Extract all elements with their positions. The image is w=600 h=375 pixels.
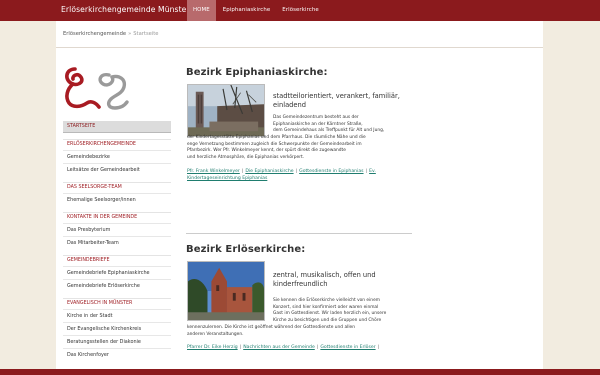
section-links: Pfarrer Dr. Eike Herzig | Nachrichten aus … (187, 345, 380, 350)
link-pfarrer-herzig[interactable]: Pfarrer Dr. Eike Herzig (187, 345, 238, 350)
sidebar-heading-evangelisch-in-muenster[interactable]: EVANGELISCH IN MÜNSTER (63, 298, 171, 309)
description-line: kennenzulernen. Die Kirche ist geöffnet … (187, 325, 355, 330)
main-nav: HOME Epiphaniaskirche Erlöserkirche (187, 0, 325, 21)
sidebar-item-gemeindebriefe-erloeser[interactable]: Gemeindebriefe Erlöserkirche (63, 279, 171, 292)
description-line: Kirche zu besichtigen und die Gruppen un… (273, 317, 382, 323)
sidebar-heading-seelsorge-team[interactable]: DAS SEELSORGE-TEAM (63, 182, 171, 193)
sidebar-item-kirchenkreis[interactable]: Der Evangelische Kirchenkreis (63, 322, 171, 335)
footer-bar (0, 369, 600, 375)
nav-home[interactable]: HOME (187, 0, 216, 21)
section-tagline: stadtteilorientiert, verankert, familiär… (273, 92, 400, 109)
sidebar-item-gemeindebriefe-epiphanias[interactable]: Gemeindebriefe Epiphaniaskirche (63, 266, 171, 279)
section-description: Sie kennen die Erlöserkirche vielleicht … (273, 298, 415, 324)
breadcrumb-root[interactable]: Erlöserkirchengemeinde (63, 31, 126, 37)
breadcrumb-separator: » (128, 31, 132, 37)
link-pfr-winkelmeyer[interactable]: Pfr. Frank Winkelmeyer (187, 169, 240, 174)
breadcrumb-current: Startseite (133, 31, 159, 37)
sidebar-item-mitarbeiter-team[interactable]: Das Mitarbeiter-Team (63, 236, 171, 249)
breadcrumb: Erlöserkirchengemeinde» Startseite (63, 31, 159, 37)
section-tagline: zentral, musikalisch, offen und kinderfr… (273, 271, 376, 288)
description-line: Pfarrbezirk. Wer Pfr. Winkelmeyer kennt,… (187, 148, 346, 154)
sidebar-heading-kontakte[interactable]: KONTAKTE IN DER GEMEINDE (63, 212, 171, 223)
sidebar-heading-gemeindebriefe[interactable]: GEMEINDEBRIEFE (63, 255, 171, 266)
top-navigation-bar: Erlöserkirchengemeinde Münster HOME Epip… (0, 0, 600, 21)
sidebar-item-startseite[interactable]: STARTSEITE (63, 121, 171, 133)
sidebar-menu: STARTSEITE ERLÖSERKIRCHENGEMEINDE Gemein… (63, 121, 171, 361)
section-links: Pfr. Frank Winkelmeyer | Die Epiphaniaskir… (187, 169, 376, 181)
church-logo[interactable] (63, 65, 129, 111)
section-description-continued: der Kindertagesstätte Epiphanias und dem… (187, 135, 415, 161)
section-epiphaniaskirche: Bezirk Epiphaniaskirche: stadtteilorient… (186, 65, 412, 181)
link-nachrichten[interactable]: Nachrichten aus der Gemeinde (243, 345, 315, 350)
sidebar-item-diakonie[interactable]: Beratungsstellen der Diakonie (63, 335, 171, 348)
section-title: Bezirk Epiphaniaskirche: (186, 67, 328, 78)
sidebar-heading-erloeserkirchengemeinde[interactable]: ERLÖSERKIRCHENGEMEINDE (63, 139, 171, 150)
erloeserkirche-photo (187, 261, 265, 321)
nav-erloeserkirche[interactable]: Erlöserkirche (276, 0, 324, 21)
description-line: der Kindertagesstätte Epiphanias und dem… (187, 135, 366, 140)
page-container: Erlöserkirchengemeinde» Startseite STARTS… (56, 21, 543, 375)
description-line: anderen Veranstaltungen. (187, 331, 244, 337)
breadcrumb-bar: Erlöserkirchengemeinde» Startseite (56, 21, 543, 48)
sidebar-item-leitsaetze[interactable]: Leitsätze der Gemeindearbeit (63, 163, 171, 176)
description-line: Gast im Gottesdienst. Wir laden herzlich… (273, 311, 387, 317)
section-description: Das Gemeindezentrum besteht aus der Epip… (273, 115, 415, 135)
nav-epiphaniaskirche[interactable]: Epiphaniaskirche (216, 0, 277, 21)
description-line: dem Gemeindehaus als Treffpunkt für Alt … (273, 128, 385, 134)
sidebar-item-ehemalige-seelsorger[interactable]: Ehemalige Seelsorger/innen (63, 193, 171, 206)
link-gottesdienste-epiphanias[interactable]: Gottesdienste in Epiphanias (299, 169, 363, 174)
description-line: und herzliche Atmosphäre, die Epiphanias… (187, 154, 305, 160)
link-die-epiphaniaskirche[interactable]: Die Epiphaniaskirche (245, 169, 293, 174)
sidebar-item-kirche-in-der-stadt[interactable]: Kirche in der Stadt (63, 309, 171, 322)
section-erloeserkirche: Bezirk Erlöserkirche: zentral, musikalis… (186, 242, 412, 350)
sidebar-item-kirchenfoyer[interactable]: Das Kirchenfoyer (63, 348, 171, 361)
description-line: Das Gemeindezentrum besteht aus der (273, 115, 359, 120)
epiphaniaskirche-photo (187, 84, 265, 137)
section-description-continued: kennenzulernen. Die Kirche ist geöffnet … (187, 325, 415, 338)
link-gottesdienste-erloeser[interactable]: Gottesdienste in Erlöser (320, 345, 375, 350)
site-title[interactable]: Erlöserkirchengemeinde Münster (61, 5, 190, 14)
section-divider (186, 233, 412, 234)
sidebar-item-presbyterium[interactable]: Das Presbyterium (63, 223, 171, 236)
sidebar-item-gemeindebezirke[interactable]: Gemeindebezirke (63, 150, 171, 163)
description-line: Sie kennen die Erlöserkirche vielleicht … (273, 298, 380, 303)
section-title: Bezirk Erlöserkirche: (186, 244, 306, 255)
